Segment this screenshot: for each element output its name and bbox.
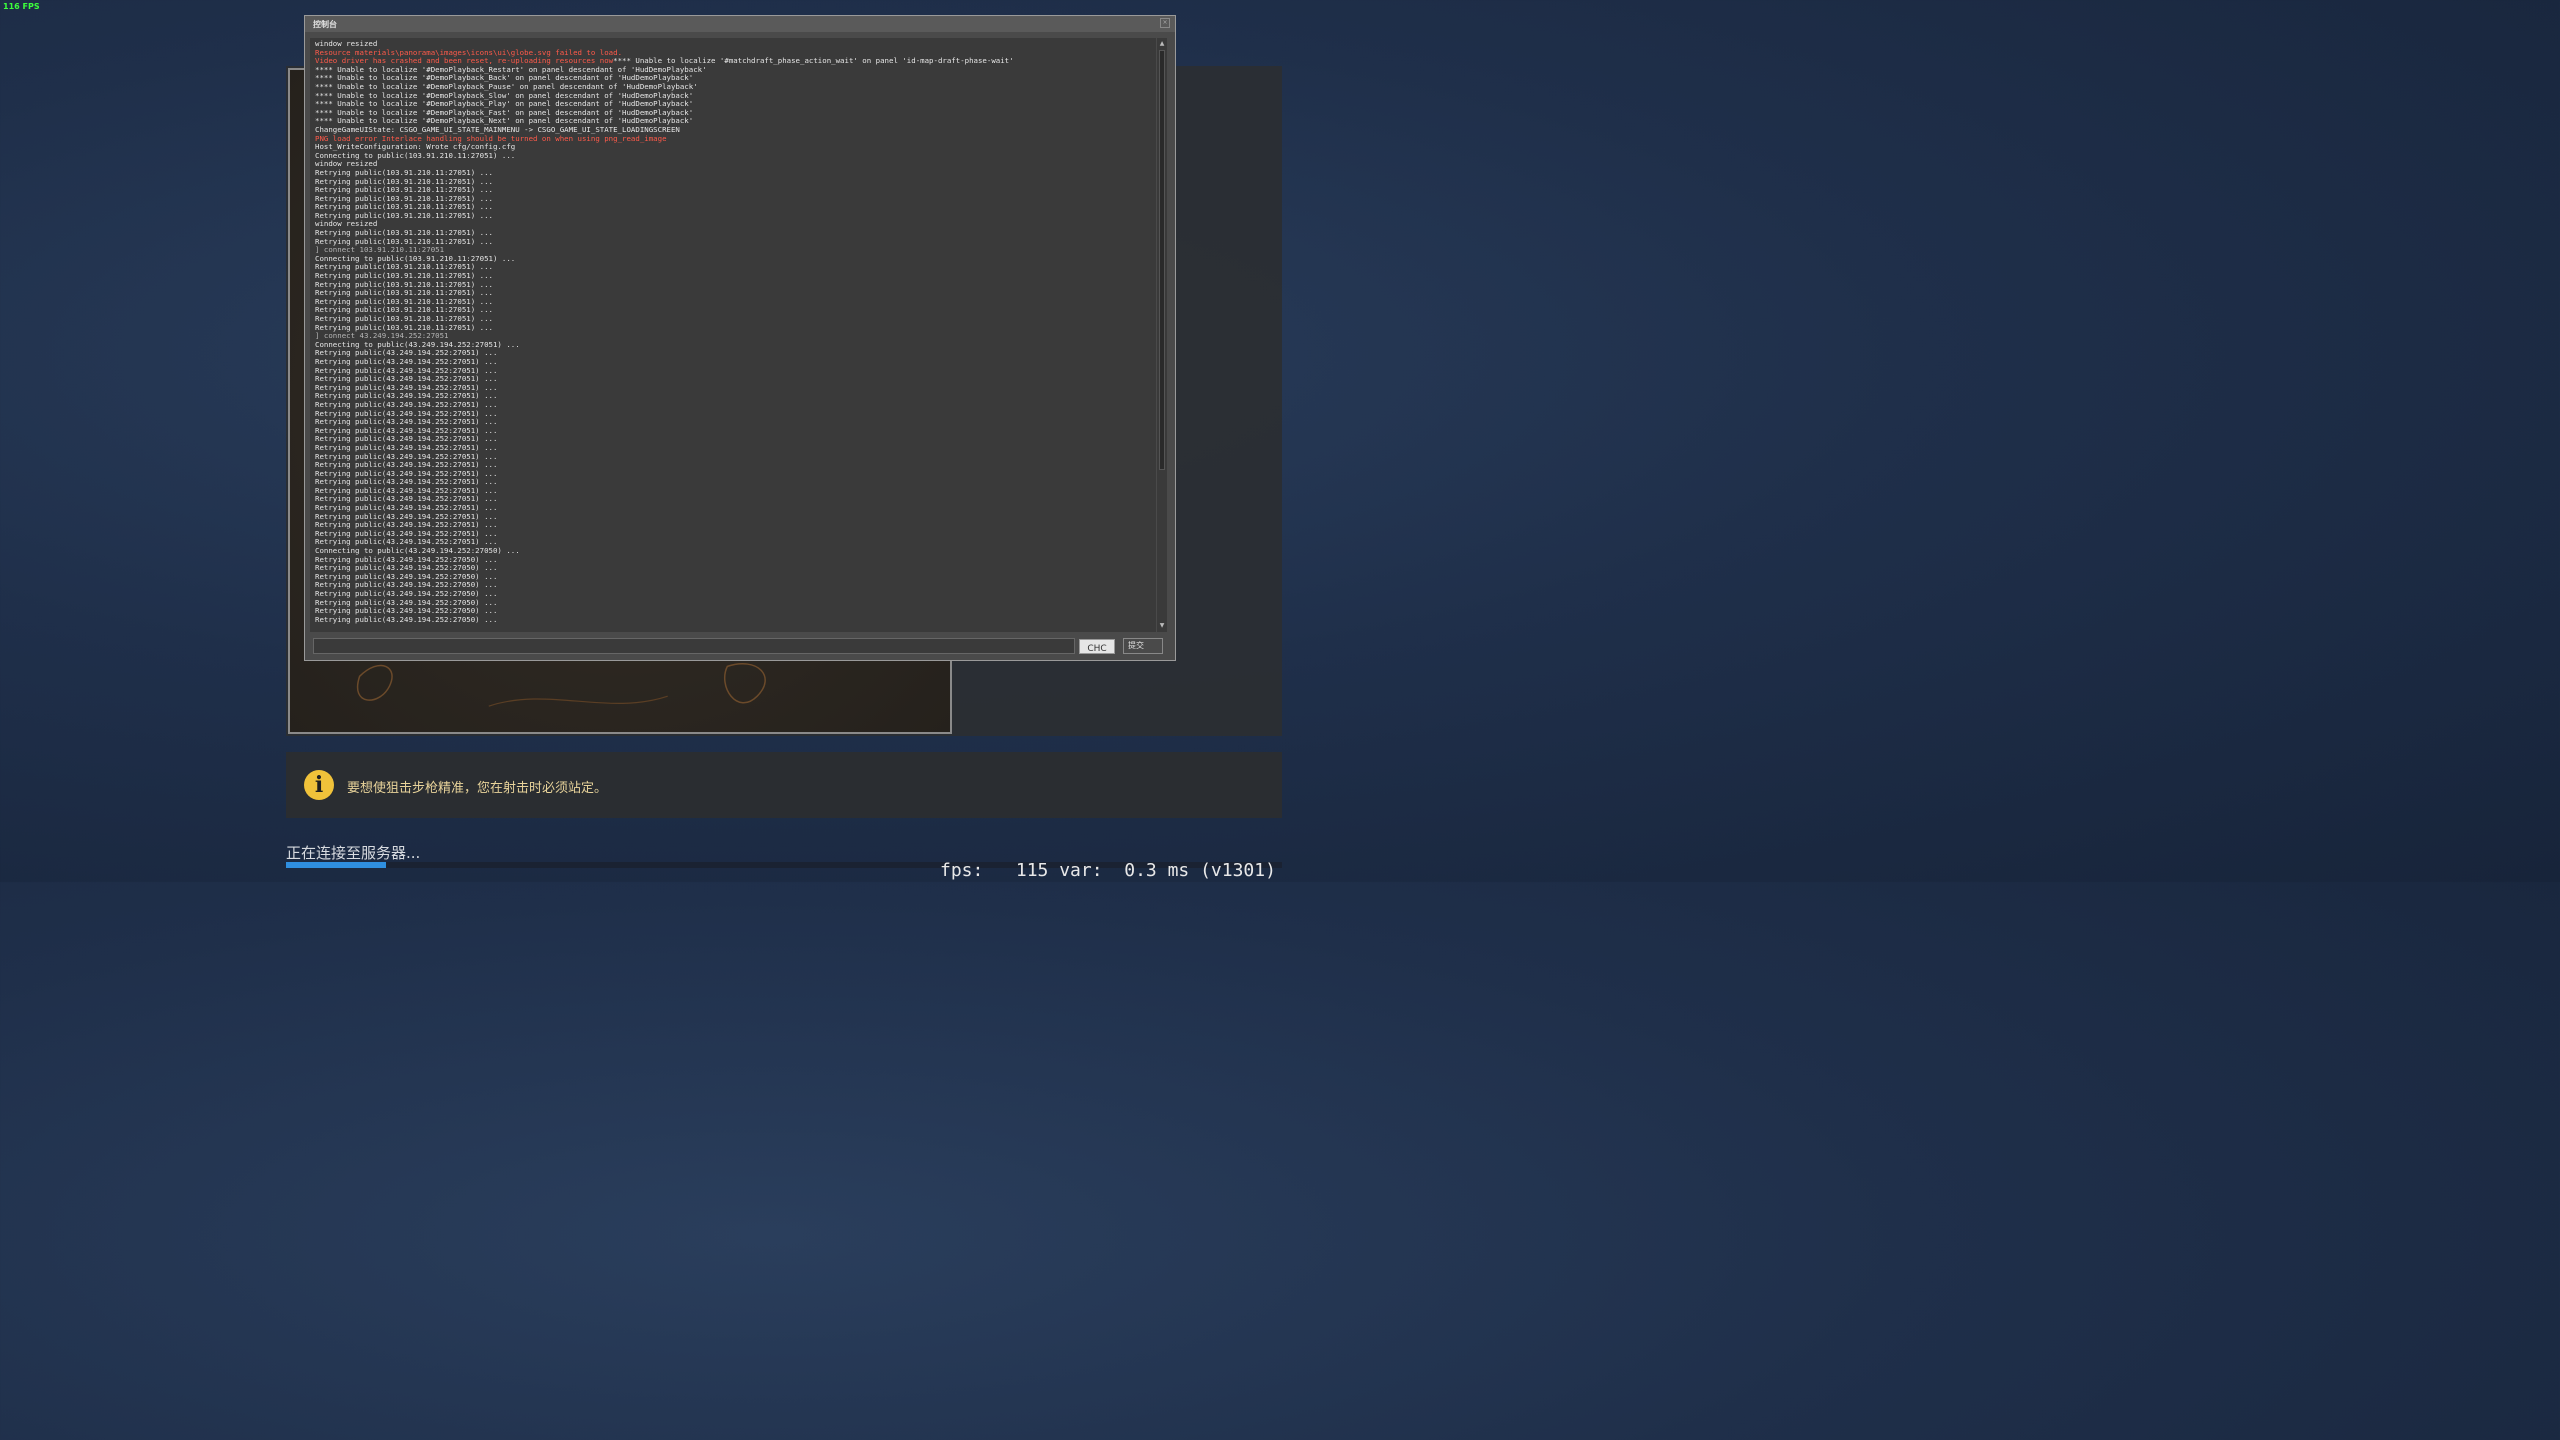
ime-indicator[interactable]: CHC bbox=[1079, 639, 1115, 654]
console-scrollbar[interactable]: ▲ ▼ bbox=[1157, 38, 1167, 632]
loading-tip-text: 要想使狙击步枪精准，您在射击时必须站定。 bbox=[347, 781, 608, 796]
console-log-line: Retrying public(103.91.210.11:27051) ... bbox=[315, 210, 493, 220]
scroll-up-icon[interactable]: ▲ bbox=[1158, 40, 1166, 48]
info-icon: i bbox=[304, 770, 334, 800]
connection-status: 正在连接至服务器... bbox=[286, 844, 421, 862]
console-log-line: Connecting to public(103.91.210.11:27051… bbox=[315, 150, 516, 160]
close-icon[interactable]: × bbox=[1160, 18, 1170, 28]
fps-counter: 116 FPS bbox=[3, 2, 40, 11]
net-graph-readout: fps: 115 var: 0.3 ms (v1301) bbox=[940, 860, 1276, 881]
submit-button[interactable]: 提交 bbox=[1123, 638, 1163, 654]
console-titlebar[interactable]: 控制台 × bbox=[305, 16, 1175, 32]
scrollbar-thumb[interactable] bbox=[1159, 50, 1165, 470]
scroll-down-icon[interactable]: ▼ bbox=[1158, 622, 1166, 630]
loading-progress-fill bbox=[286, 862, 386, 868]
loading-tip-box: i 要想使狙击步枪精准，您在射击时必须站定。 bbox=[286, 752, 1282, 818]
console-title: 控制台 bbox=[313, 20, 337, 29]
console-log[interactable]: window resized Resource materials\panoram… bbox=[310, 38, 1156, 632]
console-command-input[interactable] bbox=[313, 638, 1075, 654]
console-window[interactable]: 控制台 × window resized Resource materials\p… bbox=[304, 15, 1176, 661]
console-log-line: Retrying public(43.249.194.252:27050) ..… bbox=[315, 614, 498, 624]
